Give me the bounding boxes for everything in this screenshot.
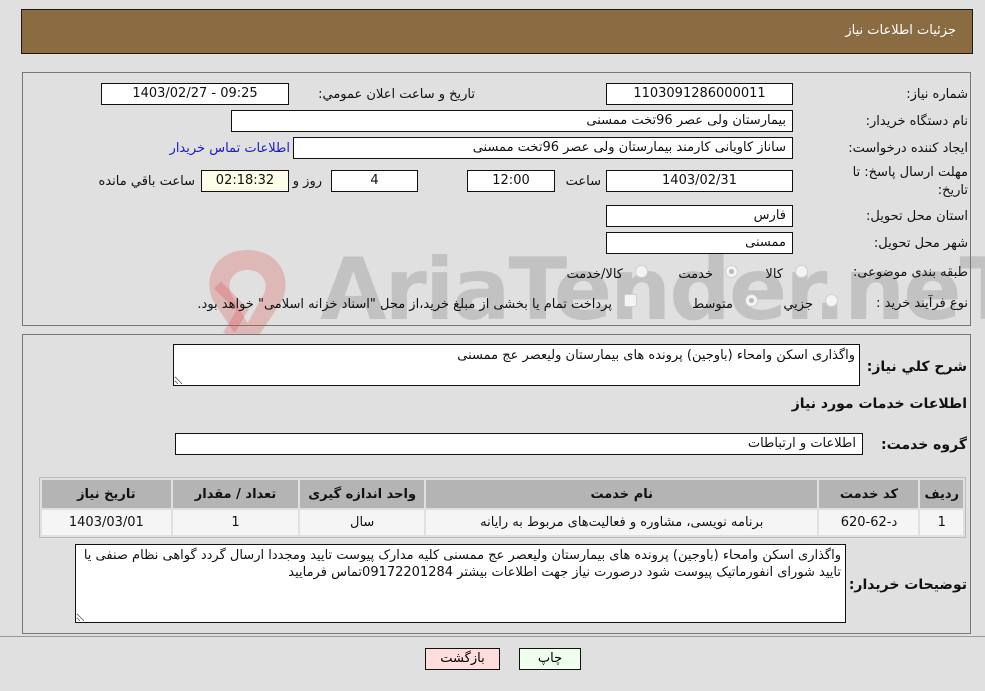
cell-service-name: برنامه نویسی، مشاوره و فعالیت‌های مربوط … [426, 510, 818, 535]
city-field: ممسنی [606, 232, 793, 254]
col-service-code: کد خدمت [819, 480, 919, 508]
treasury-note: پرداخت تمام یا بخشی از مبلغ خرید،از محل … [197, 297, 612, 312]
buyer-contact-link[interactable]: اطلاعات تماس خریدار [170, 141, 290, 156]
bottom-divider [0, 636, 985, 637]
process-label: نوع فرآیند خرید : [876, 296, 968, 311]
description-label: شرح کلي نیاز: [866, 359, 967, 375]
table-header-row: ردیف کد خدمت نام خدمت واحد اندازه گیری ت… [42, 480, 963, 508]
deadline-label: مهلت ارسال پاسخ: تا [852, 165, 968, 180]
city-label: شهر محل تحویل: [873, 236, 968, 251]
table-row: 1 د-62-620 برنامه نویسی، مشاوره و فعالیت… [42, 510, 963, 535]
province-field: فارس [606, 205, 793, 227]
buyer-org-field: بیمارستان ولی عصر 96تخت ممسنی [231, 110, 793, 132]
cell-quantity: 1 [172, 510, 299, 535]
deadline-date-field: 1403/02/31 [606, 170, 793, 192]
category-radio-service[interactable] [725, 265, 738, 278]
process-radio-minor[interactable] [825, 294, 838, 307]
process-option-minor: جزیي [783, 297, 813, 312]
announce-label: تاریخ و ساعت اعلان عمومي: [318, 87, 475, 102]
cell-row-number: 1 [920, 510, 963, 535]
col-unit: واحد اندازه گیری [300, 480, 424, 508]
description-textarea[interactable] [173, 344, 860, 386]
announce-field: 1403/02/27 - 09:25 [101, 83, 289, 105]
creator-field: ساناز کاویانی کارمند بیمارستان ولی عصر 9… [293, 137, 793, 159]
creator-label: ایجاد کننده درخواست: [848, 141, 968, 156]
deadline-label-2: تاریخ: [937, 183, 968, 198]
days-remaining-field: 4 [331, 170, 418, 192]
buyer-notes-label: توضیحات خریدار: [848, 577, 967, 593]
remaining-time-field: 02:18:32 [201, 170, 289, 192]
service-group-field: اطلاعات و ارتباطات [175, 433, 863, 455]
service-group-label: گروه خدمت: [881, 437, 967, 453]
category-radio-goods[interactable] [795, 265, 808, 278]
cell-service-code: د-62-620 [819, 510, 919, 535]
treasury-checkbox[interactable] [624, 294, 637, 307]
remaining-time-label: ساعت باقي مانده [98, 174, 195, 189]
buyer-org-label: نام دستگاه خریدار: [865, 114, 968, 129]
need-number-field: 1103091286000011 [606, 83, 793, 105]
col-row-number: ردیف [920, 480, 963, 508]
time-label: ساعت [565, 174, 601, 189]
need-number-label: شماره نیاز: [906, 87, 968, 102]
category-radio-goods-service[interactable] [635, 265, 648, 278]
back-button[interactable]: بازگشت [425, 648, 500, 670]
category-option-service: خدمت [678, 267, 713, 282]
days-label: روز و [292, 174, 322, 189]
page-title: جزئیات اطلاعات نیاز [845, 23, 956, 38]
services-table: ردیف کد خدمت نام خدمت واحد اندازه گیری ت… [39, 477, 966, 538]
buyer-notes-textarea[interactable] [75, 544, 846, 623]
col-need-date: تاریخ نیاز [42, 480, 171, 508]
cell-unit: سال [300, 510, 424, 535]
col-service-name: نام خدمت [426, 480, 818, 508]
category-option-goods: کالا [765, 267, 783, 282]
deadline-time-field: 12:00 [467, 170, 555, 192]
cell-need-date: 1403/03/01 [42, 510, 171, 535]
col-quantity: تعداد / مقدار [172, 480, 299, 508]
category-label: طبقه بندی موضوعی: [852, 265, 968, 280]
process-radio-medium[interactable] [745, 294, 758, 307]
print-button[interactable]: چاپ [519, 648, 581, 670]
page-header: جزئیات اطلاعات نیاز [21, 9, 973, 54]
province-label: استان محل تحویل: [866, 209, 968, 224]
process-option-medium: متوسط [692, 297, 733, 312]
services-section-title: اطلاعات خدمات مورد نیاز [791, 396, 967, 412]
category-option-goods-service: کالا/خدمت [566, 267, 623, 282]
